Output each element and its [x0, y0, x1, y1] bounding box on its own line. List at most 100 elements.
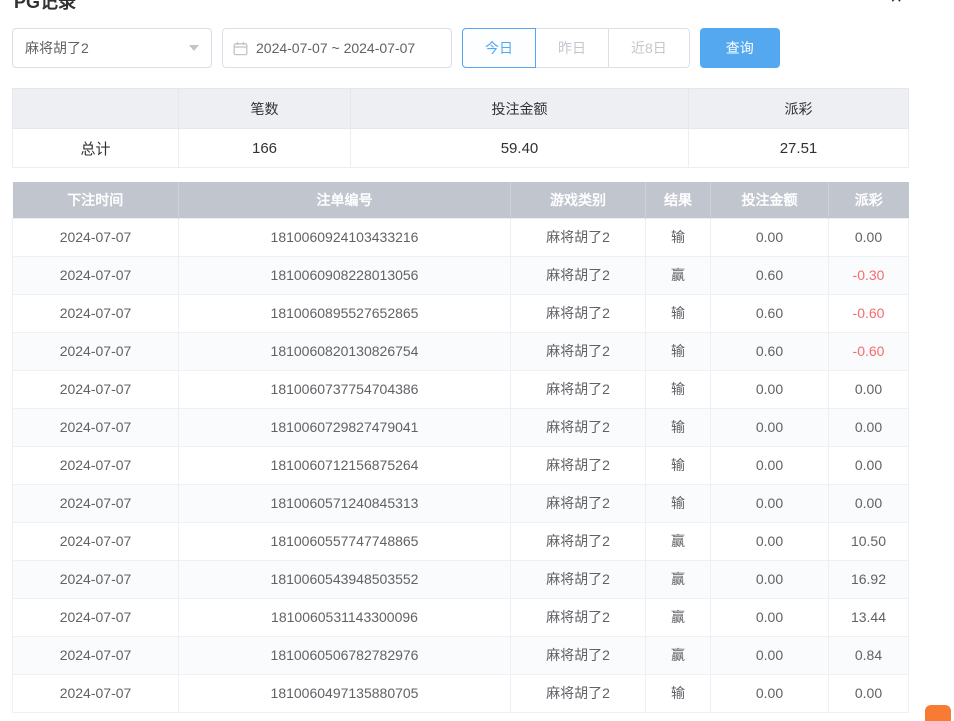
result-cell: 赢 [646, 598, 711, 636]
bet-amount-cell: 0.00 [711, 370, 829, 408]
bet-time-cell: 2024-07-07 [13, 522, 179, 560]
summary-header-count: 笔数 [179, 89, 351, 129]
payout-cell: 13.44 [829, 598, 909, 636]
bet-amount-cell: 0.00 [711, 560, 829, 598]
bet-amount-cell: 0.00 [711, 408, 829, 446]
bet-id-cell: 1810060506782782976 [179, 636, 511, 674]
query-button[interactable]: 查询 [700, 28, 780, 68]
bet-amount-cell: 0.00 [711, 218, 829, 256]
col-header-result: 结果 [646, 182, 711, 218]
result-cell: 输 [646, 218, 711, 256]
payout-cell: 0.00 [829, 484, 909, 522]
bet-time-cell: 2024-07-07 [13, 674, 179, 712]
table-row: 2024-07-071810060712156875264麻将胡了2输0.000… [13, 446, 909, 484]
bet-amount-cell: 0.00 [711, 674, 829, 712]
summary-header-empty [13, 89, 179, 129]
close-icon[interactable]: × [890, 0, 902, 8]
bet-amount-cell: 0.60 [711, 294, 829, 332]
yesterday-button[interactable]: 昨日 [535, 28, 609, 68]
game-type-cell: 麻将胡了2 [511, 408, 646, 446]
game-type-cell: 麻将胡了2 [511, 598, 646, 636]
summary-table: 笔数 投注金额 派彩 总计 166 59.40 27.51 [12, 88, 909, 168]
bet-time-cell: 2024-07-07 [13, 484, 179, 522]
bet-id-cell: 1810060557747748865 [179, 522, 511, 560]
bet-amount-cell: 0.00 [711, 636, 829, 674]
quick-date-buttons: 今日 昨日 近8日 [462, 28, 690, 68]
payout-cell: 16.92 [829, 560, 909, 598]
col-header-bet-id: 注单编号 [179, 182, 511, 218]
bet-id-cell: 1810060543948503552 [179, 560, 511, 598]
table-row: 2024-07-071810060497135880705麻将胡了2输0.000… [13, 674, 909, 712]
summary-total-row: 总计 166 59.40 27.51 [13, 129, 909, 168]
game-type-cell: 麻将胡了2 [511, 218, 646, 256]
summary-total-payout: 27.51 [689, 129, 909, 168]
chevron-down-icon [189, 45, 199, 51]
bet-id-cell: 1810060895527652865 [179, 294, 511, 332]
table-row: 2024-07-071810060729827479041麻将胡了2输0.000… [13, 408, 909, 446]
today-button[interactable]: 今日 [462, 28, 536, 68]
table-row: 2024-07-071810060895527652865麻将胡了2输0.60-… [13, 294, 909, 332]
col-header-game-type: 游戏类别 [511, 182, 646, 218]
payout-cell: 0.00 [829, 370, 909, 408]
page-title: PG记录 [14, 0, 76, 10]
table-row: 2024-07-071810060908228013056麻将胡了2赢0.60-… [13, 256, 909, 294]
bet-amount-cell: 0.60 [711, 332, 829, 370]
bet-id-cell: 1810060908228013056 [179, 256, 511, 294]
col-header-payout: 派彩 [829, 182, 909, 218]
modal-header: PG记录 × [0, 0, 954, 10]
result-cell: 赢 [646, 522, 711, 560]
date-range-picker[interactable]: 2024-07-07 ~ 2024-07-07 [222, 28, 452, 68]
bet-time-cell: 2024-07-07 [13, 408, 179, 446]
game-type-cell: 麻将胡了2 [511, 256, 646, 294]
bet-amount-cell: 0.00 [711, 446, 829, 484]
bet-amount-cell: 0.00 [711, 598, 829, 636]
bet-records-table: 下注时间 注单编号 游戏类别 结果 投注金额 派彩 2024-07-071810… [12, 182, 909, 713]
summary-header-bet-amount: 投注金额 [351, 89, 689, 129]
result-cell: 输 [646, 484, 711, 522]
table-row: 2024-07-071810060557747748865麻将胡了2赢0.001… [13, 522, 909, 560]
game-type-cell: 麻将胡了2 [511, 446, 646, 484]
bet-time-cell: 2024-07-07 [13, 560, 179, 598]
game-type-cell: 麻将胡了2 [511, 636, 646, 674]
bet-id-cell: 1810060497135880705 [179, 674, 511, 712]
date-range-value: 2024-07-07 ~ 2024-07-07 [256, 40, 415, 56]
bet-id-cell: 1810060737754704386 [179, 370, 511, 408]
payout-cell: -0.60 [829, 294, 909, 332]
summary-total-count: 166 [179, 129, 351, 168]
result-cell: 输 [646, 674, 711, 712]
result-cell: 输 [646, 294, 711, 332]
table-row: 2024-07-071810060506782782976麻将胡了2赢0.000… [13, 636, 909, 674]
bet-time-cell: 2024-07-07 [13, 218, 179, 256]
summary-header-payout: 派彩 [689, 89, 909, 129]
game-select[interactable]: 麻将胡了2 [12, 28, 212, 68]
game-type-cell: 麻将胡了2 [511, 484, 646, 522]
bet-id-cell: 1810060571240845313 [179, 484, 511, 522]
result-cell: 赢 [646, 636, 711, 674]
table-row: 2024-07-071810060924103433216麻将胡了2输0.000… [13, 218, 909, 256]
filter-bar: 麻将胡了2 2024-07-07 ~ 2024-07-07 今日 昨日 近8日 … [12, 28, 942, 68]
result-cell: 赢 [646, 256, 711, 294]
bet-time-cell: 2024-07-07 [13, 294, 179, 332]
summary-header-row: 笔数 投注金额 派彩 [13, 89, 909, 129]
bet-amount-cell: 0.00 [711, 522, 829, 560]
game-type-cell: 麻将胡了2 [511, 522, 646, 560]
bet-time-cell: 2024-07-07 [13, 636, 179, 674]
bet-time-cell: 2024-07-07 [13, 332, 179, 370]
bet-table-body: 2024-07-071810060924103433216麻将胡了2输0.000… [13, 218, 909, 712]
summary-total-label: 总计 [13, 129, 179, 168]
result-cell: 输 [646, 408, 711, 446]
bet-amount-cell: 0.60 [711, 256, 829, 294]
payout-cell: 10.50 [829, 522, 909, 560]
last-8-days-button[interactable]: 近8日 [608, 28, 690, 68]
bet-time-cell: 2024-07-07 [13, 446, 179, 484]
bet-table-header-row: 下注时间 注单编号 游戏类别 结果 投注金额 派彩 [13, 182, 909, 218]
bet-time-cell: 2024-07-07 [13, 598, 179, 636]
table-row: 2024-07-071810060820130826754麻将胡了2输0.60-… [13, 332, 909, 370]
result-cell: 赢 [646, 560, 711, 598]
payout-cell: 0.00 [829, 674, 909, 712]
table-row: 2024-07-071810060737754704386麻将胡了2输0.000… [13, 370, 909, 408]
floating-service-icon[interactable] [925, 705, 951, 721]
col-header-bet-time: 下注时间 [13, 182, 179, 218]
table-row: 2024-07-071810060531143300096麻将胡了2赢0.001… [13, 598, 909, 636]
bet-id-cell: 1810060820130826754 [179, 332, 511, 370]
